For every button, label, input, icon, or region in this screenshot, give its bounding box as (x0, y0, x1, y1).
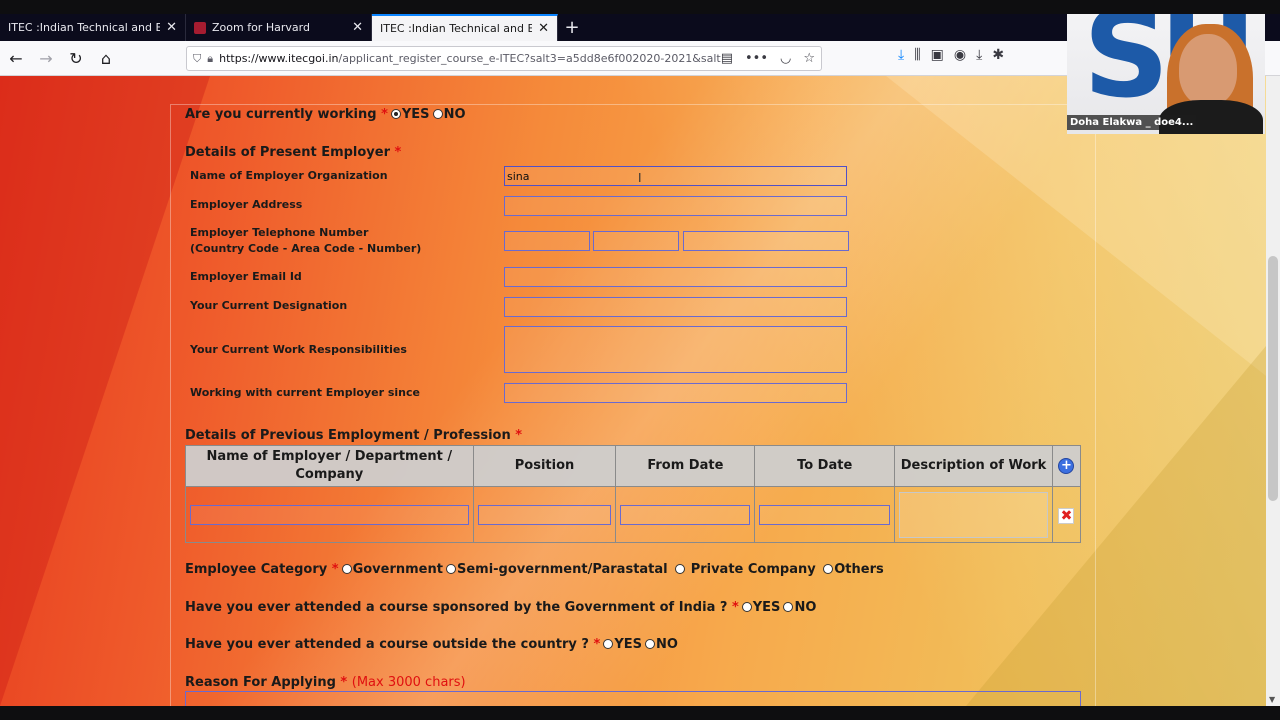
scrollbar-thumb[interactable] (1268, 256, 1278, 501)
table-cell (754, 486, 896, 543)
table-cell (185, 486, 474, 543)
since-label: Working with current Employer since (190, 386, 420, 399)
col-header-description: Description of Work (894, 445, 1053, 487)
scroll-down-arrow-icon[interactable]: ▼ (1269, 695, 1275, 704)
col-header-employer: Name of Employer / Department / Company (185, 445, 474, 487)
reason-heading: Reason For Applying * (Max 3000 chars) (185, 675, 466, 690)
prev-from-date-input[interactable] (620, 504, 751, 525)
text-cursor-icon: I (638, 171, 642, 185)
designation-input[interactable] (504, 297, 847, 317)
employer-since-input[interactable] (504, 383, 847, 403)
table-cell (472, 486, 617, 543)
employee-category-question: Employee Category * Government Semi-govern… (185, 562, 884, 577)
url-bar[interactable]: ⛉ 🔒︎ https://www.itecgoi.in/applicant_re… (186, 46, 822, 71)
prev-to-date-input[interactable] (759, 504, 891, 525)
new-tab-icon[interactable]: + (558, 14, 586, 41)
previous-employment-table: Name of Employer / Department / Company … (185, 445, 1082, 543)
outside-course-yes-radio[interactable] (603, 639, 614, 649)
designation-label: Your Current Designation (190, 299, 348, 312)
delete-row-icon[interactable]: ✖ (1058, 508, 1075, 524)
india-course-no-radio[interactable] (783, 602, 794, 612)
tab-itec-1[interactable]: ITEC :Indian Technical and Economic ✕ (0, 14, 186, 41)
working-yes-radio[interactable] (390, 109, 401, 119)
previous-employment-heading: Details of Previous Employment / Profess… (185, 428, 523, 443)
tab-title: ITEC :Indian Technical and Economic (8, 21, 161, 34)
category-private-radio[interactable] (675, 564, 686, 574)
employer-email-input[interactable] (504, 267, 847, 287)
employer-organization-input[interactable] (504, 166, 847, 186)
url-text: https://www.itecgoi.in/applicant_registe… (219, 52, 721, 65)
india-course-yes-radio[interactable] (741, 602, 752, 612)
zoom-video-overlay[interactable]: SU Doha Elakwa _ doe4... (1067, 14, 1265, 134)
shield-icon: ⛉ (193, 51, 202, 65)
close-icon[interactable]: ✕ (352, 20, 363, 35)
phone-label-line1: Employer Telephone Number (190, 226, 369, 239)
responsibilities-textarea[interactable] (504, 326, 847, 373)
prev-position-input[interactable] (477, 504, 612, 525)
email-label: Employer Email Id (190, 270, 302, 283)
col-header-from-date: From Date (615, 445, 756, 487)
bookmark-star-icon[interactable]: ☆ (803, 51, 815, 66)
table-cell (894, 486, 1053, 543)
home-icon[interactable]: ⌂ (92, 44, 120, 72)
reload-icon[interactable]: ↻ (62, 44, 90, 72)
reader-view-icon[interactable]: ▤ (721, 51, 733, 66)
outside-course-question: Have you ever attended a course outside … (185, 637, 678, 652)
address-label: Employer Address (190, 198, 303, 211)
employer-address-input[interactable] (504, 196, 847, 216)
responsibilities-label: Your Current Work Responsibilities (190, 343, 407, 356)
pocket-icon[interactable]: ◡ (780, 51, 791, 66)
prev-employer-input[interactable] (190, 504, 469, 525)
save-icon[interactable]: ⤓ (976, 47, 982, 63)
extension-icon[interactable]: ✱ (992, 47, 1004, 63)
phone-number-input[interactable] (683, 231, 849, 251)
account-icon[interactable]: ◉ (954, 47, 966, 63)
phone-country-code-input[interactable] (504, 231, 590, 251)
category-semi-government-radio[interactable] (445, 564, 456, 574)
add-row-icon[interactable]: + (1058, 458, 1075, 474)
col-header-to-date: To Date (754, 445, 896, 487)
org-label: Name of Employer Organization (190, 169, 388, 182)
category-government-radio[interactable] (341, 564, 352, 574)
participant-name-tag: Doha Elakwa _ doe4... (1067, 115, 1197, 130)
working-no-radio[interactable] (432, 109, 443, 119)
forward-arrow-icon[interactable]: → (32, 44, 60, 72)
present-employer-heading: Details of Present Employer * (185, 145, 402, 160)
outside-course-no-radio[interactable] (645, 639, 655, 649)
tab-title: ITEC :Indian Technical and Economic (380, 22, 533, 35)
phone-label-line2: (Country Code - Area Code - Number) (190, 242, 422, 255)
india-course-question: Have you ever attended a course sponsore… (185, 600, 817, 615)
lock-icon: 🔒︎ (207, 51, 214, 65)
prev-description-textarea[interactable] (899, 491, 1048, 538)
close-icon[interactable]: ✕ (166, 20, 177, 35)
col-header-position: Position (472, 445, 617, 487)
category-others-radio[interactable] (823, 564, 834, 574)
screen-bottom-strip (0, 706, 1280, 720)
phone-area-code-input[interactable] (593, 231, 679, 251)
page-content: Are you currently working * YES NO Details… (0, 76, 1266, 706)
close-icon[interactable]: ✕ (538, 21, 549, 36)
sidebar-icon[interactable]: ▣ (931, 47, 944, 63)
library-icon[interactable]: ⫼ (914, 47, 920, 63)
tab-title: Zoom for Harvard (212, 21, 310, 34)
table-cell: ✖ (1051, 486, 1082, 543)
screen-top-strip (0, 0, 1280, 14)
form-container (170, 104, 1096, 706)
reason-textarea[interactable] (185, 691, 1081, 706)
page-scrollbar[interactable]: ▼ (1266, 76, 1280, 706)
working-question: Are you currently working * YES NO (185, 107, 466, 122)
back-arrow-icon[interactable]: ← (2, 44, 30, 72)
add-row-cell: + (1051, 445, 1082, 487)
tab-zoom-harvard[interactable]: Zoom for Harvard ✕ (186, 14, 372, 41)
toolbar-right: ⤓ ⫼ ▣ ◉ ⤓ ✱ (898, 47, 1004, 63)
harvard-shield-icon (194, 21, 206, 34)
participant-face (1179, 34, 1237, 106)
table-row: ✖ (185, 486, 1082, 543)
download-icon[interactable]: ⤓ (898, 47, 904, 63)
table-cell (615, 486, 756, 543)
tab-itec-active[interactable]: ITEC :Indian Technical and Economic ✕ (372, 14, 558, 41)
more-options-icon[interactable]: ••• (745, 51, 768, 66)
